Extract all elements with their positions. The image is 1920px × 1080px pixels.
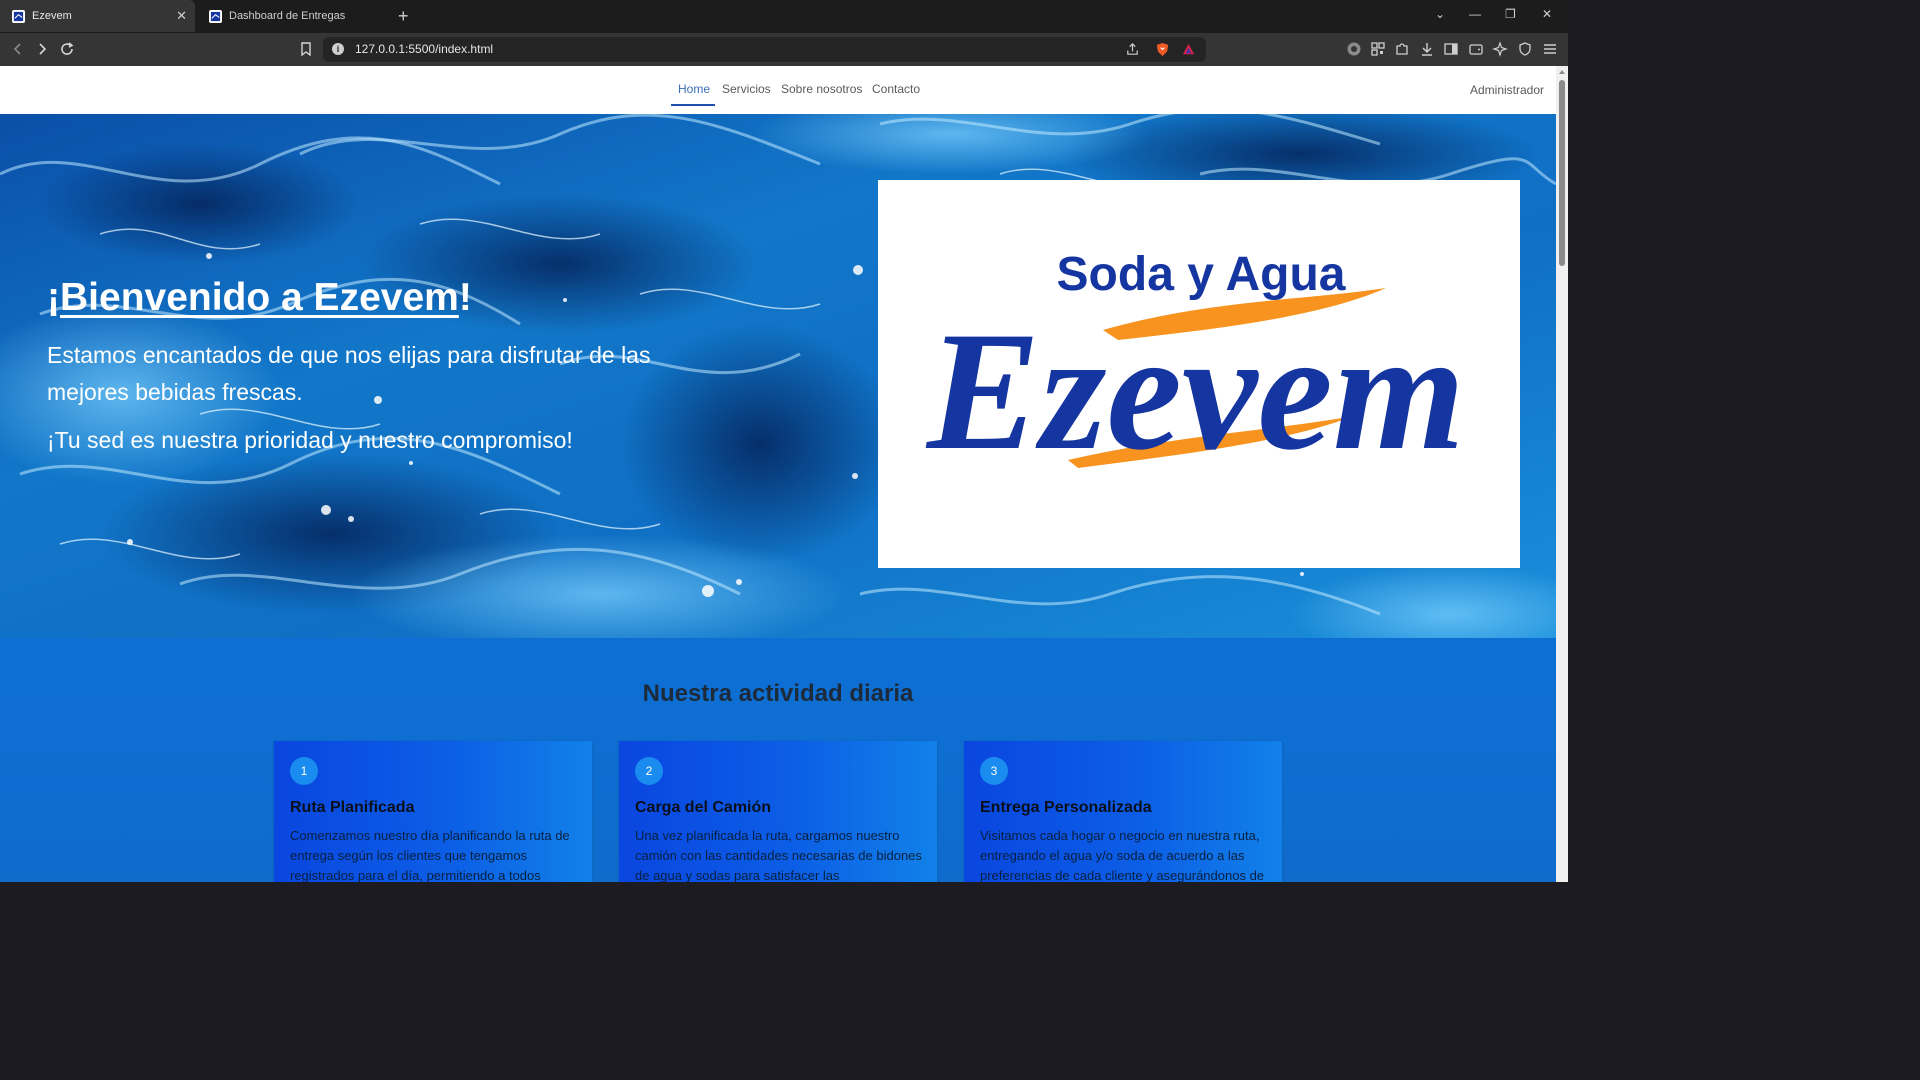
- logo-tagline-text: Soda y Agua: [1057, 248, 1346, 301]
- section-title: Nuestra actividad diaria: [642, 680, 914, 707]
- activity-card-3: 3 Entrega Personalizada Visitamos cada h…: [964, 741, 1282, 882]
- step-number-badge: 2: [635, 757, 663, 785]
- sidebar-icon[interactable]: [1443, 41, 1459, 57]
- card-text: Visitamos cada hogar o negocio en nuestr…: [980, 828, 1265, 882]
- hero-title-link[interactable]: Bienvenido a Ezevem: [60, 276, 459, 319]
- nav-link-administrador[interactable]: Administrador: [1470, 83, 1544, 97]
- page-favicon-icon: [209, 9, 222, 23]
- step-number-badge: 1: [290, 757, 318, 785]
- tab-label: Dashboard de Entregas: [229, 10, 346, 22]
- page-scrollbar[interactable]: [1556, 66, 1568, 882]
- hero-section: ¡Bienvenido a Ezevem! Estamos encantados…: [0, 114, 1556, 638]
- activity-card-1: 1 Ruta Planificada Comenzamos nuestro dí…: [274, 741, 592, 882]
- browser-toolbar: i 127.0.0.1:5500/index.html: [0, 33, 1568, 66]
- site-navbar: Home Servicios Sobre nosotros Contacto A…: [0, 66, 1556, 114]
- extension-icon[interactable]: [1346, 41, 1362, 57]
- restore-icon[interactable]: ❐: [1505, 7, 1516, 21]
- address-bar[interactable]: i 127.0.0.1:5500/index.html: [323, 37, 1206, 62]
- hero-paragraph: Estamos encantados de que nos elijas par…: [47, 342, 651, 405]
- tab-dashboard[interactable]: Dashboard de Entregas: [197, 0, 392, 32]
- close-tab-icon[interactable]: ✕: [176, 9, 187, 23]
- nav-link-contacto[interactable]: Contacto: [872, 82, 920, 96]
- nav-link-servicios[interactable]: Servicios: [722, 82, 771, 96]
- scroll-up-arrow-icon[interactable]: [1559, 70, 1565, 74]
- tab-label: Ezevem: [32, 10, 72, 22]
- vpn-shield-icon[interactable]: [1517, 41, 1533, 57]
- minimize-icon[interactable]: —: [1469, 7, 1481, 21]
- activity-card-2: 2 Carga del Camión Una vez planificada l…: [619, 741, 937, 882]
- extensions-puzzle-icon[interactable]: [1394, 41, 1410, 57]
- hero-tagline: ¡Tu sed es nuestra prioridad y nuestro c…: [47, 427, 573, 453]
- brave-shield-icon[interactable]: [1155, 42, 1170, 57]
- ezevem-logo: Soda y Agua Ezevem: [925, 248, 1465, 485]
- qr-code-icon[interactable]: [1370, 41, 1386, 57]
- brave-rewards-icon[interactable]: [1181, 42, 1196, 57]
- page-viewport: Home Servicios Sobre nosotros Contacto A…: [0, 66, 1556, 882]
- hero-title: ¡Bienvenido a Ezevem!: [47, 276, 472, 320]
- downloads-icon[interactable]: [1419, 41, 1435, 57]
- bookmark-icon[interactable]: [297, 40, 315, 58]
- new-tab-icon[interactable]: +: [398, 6, 409, 26]
- nav-link-sobre-nosotros[interactable]: Sobre nosotros: [781, 82, 862, 96]
- site-info-icon[interactable]: i: [332, 43, 344, 55]
- menu-icon[interactable]: [1542, 41, 1558, 57]
- url-text: 127.0.0.1:5500/index.html: [355, 42, 494, 56]
- card-title: Entrega Personalizada: [980, 799, 1152, 816]
- card-title: Carga del Camión: [635, 799, 772, 816]
- tab-list-chevron-icon[interactable]: ⌄: [1435, 7, 1445, 21]
- step-number-badge: 3: [980, 757, 1008, 785]
- tab-ezevem[interactable]: Ezevem ✕: [0, 0, 195, 32]
- wallet-icon[interactable]: [1468, 41, 1484, 57]
- card-text: Comenzamos nuestro día planificando la r…: [290, 828, 570, 882]
- browser-tab-bar: Ezevem ✕ Dashboard de Entregas + ⌄ — ❐ ✕: [0, 0, 1568, 33]
- card-title: Ruta Planificada: [290, 799, 415, 816]
- logo-brand-text: Ezevem: [925, 297, 1465, 485]
- hero-title-suffix: !: [458, 276, 472, 319]
- leo-ai-icon[interactable]: [1492, 41, 1508, 57]
- card-text: Una vez planificada la ruta, cargamos nu…: [635, 828, 922, 882]
- daily-activity-section: Nuestra actividad diaria 1 Ruta Planific…: [0, 638, 1556, 882]
- hero-title-prefix: ¡: [47, 276, 60, 319]
- forward-icon[interactable]: [33, 40, 51, 58]
- nav-link-home[interactable]: Home: [678, 82, 710, 96]
- scrollbar-thumb[interactable]: [1559, 80, 1565, 266]
- brand-logo-card: Soda y Agua Ezevem: [878, 180, 1520, 568]
- page-favicon-icon: [12, 9, 25, 23]
- nav-active-indicator: [671, 104, 715, 106]
- reload-icon[interactable]: [58, 40, 76, 58]
- close-window-icon[interactable]: ✕: [1542, 7, 1552, 21]
- share-icon[interactable]: [1125, 42, 1140, 57]
- back-icon[interactable]: [9, 40, 27, 58]
